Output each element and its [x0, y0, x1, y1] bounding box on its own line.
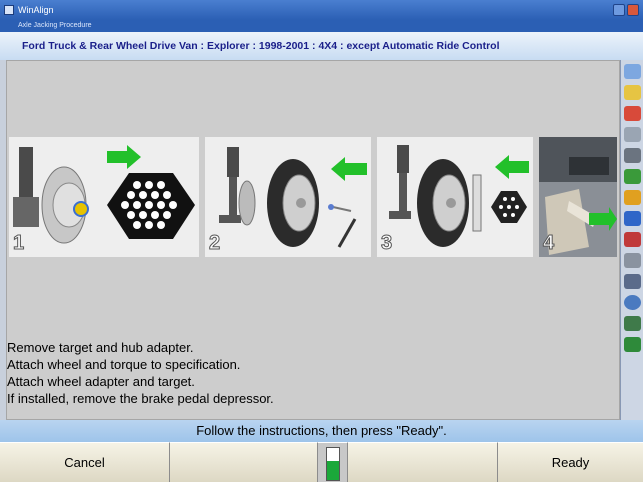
minimize-button[interactable]	[613, 4, 625, 16]
spec-icon[interactable]	[623, 253, 641, 268]
steps-strip: 1 2 3 4	[7, 137, 619, 257]
settings-icon[interactable]	[623, 337, 641, 352]
step-number: 4	[542, 232, 555, 255]
step-number: 2	[208, 232, 221, 255]
vehicle-lift-icon[interactable]	[623, 190, 641, 205]
step-3-panel: 3	[377, 137, 533, 257]
wrench-icon[interactable]	[623, 85, 641, 100]
window-controls	[613, 4, 639, 16]
instruction-line: Remove target and hub adapter.	[7, 340, 194, 355]
vehicle-description: Ford Truck & Rear Wheel Drive Van : Expl…	[0, 32, 643, 60]
procedure-panel: 1 2 3 4 Remove target and hub adapter. A…	[6, 60, 620, 420]
instruction-line: Attach wheel and torque to specification…	[7, 357, 241, 372]
camber-icon[interactable]	[623, 127, 641, 142]
instructions-list: Remove target and hub adapter. Attach wh…	[7, 339, 619, 407]
toe-icon[interactable]	[623, 148, 641, 163]
step-1-panel: 1	[9, 137, 199, 257]
step-number: 1	[12, 232, 25, 255]
step-2-panel: 2	[205, 137, 371, 257]
prompt-bar: Follow the instructions, then press "Rea…	[0, 420, 643, 442]
alignment-icon[interactable]	[623, 64, 641, 79]
step-2-illustration	[205, 137, 371, 257]
function-button-3[interactable]	[348, 442, 498, 482]
step-number: 3	[380, 232, 393, 255]
target-icon[interactable]	[623, 169, 641, 184]
wheel-icon[interactable]	[623, 295, 641, 310]
gauge-fill	[326, 460, 339, 480]
close-button[interactable]	[627, 4, 639, 16]
step-1-illustration	[9, 137, 199, 257]
step-3-illustration	[377, 137, 533, 257]
level-gauge	[318, 442, 348, 482]
procedure-title: Axle Jacking Procedure	[0, 20, 643, 32]
window-title: WinAlign	[18, 5, 54, 15]
instruction-line: Attach wheel adapter and target.	[7, 374, 195, 389]
print-icon[interactable]	[623, 274, 641, 289]
adjust-icon[interactable]	[623, 232, 641, 247]
app-icon	[4, 5, 14, 15]
instruction-line: If installed, remove the brake pedal dep…	[7, 391, 274, 406]
measurement-icon[interactable]	[623, 211, 641, 226]
step-4-panel: 4	[539, 137, 617, 257]
caster-icon[interactable]	[623, 106, 641, 121]
help-icon[interactable]	[623, 316, 641, 331]
tools-sidebar	[620, 60, 643, 420]
ready-button[interactable]: Ready	[498, 442, 643, 482]
title-bar: WinAlign	[0, 0, 643, 20]
gauge-indicator	[325, 447, 340, 481]
function-button-bar: Cancel Ready	[0, 442, 643, 482]
cancel-button[interactable]: Cancel	[0, 442, 170, 482]
function-button-2[interactable]	[170, 442, 318, 482]
